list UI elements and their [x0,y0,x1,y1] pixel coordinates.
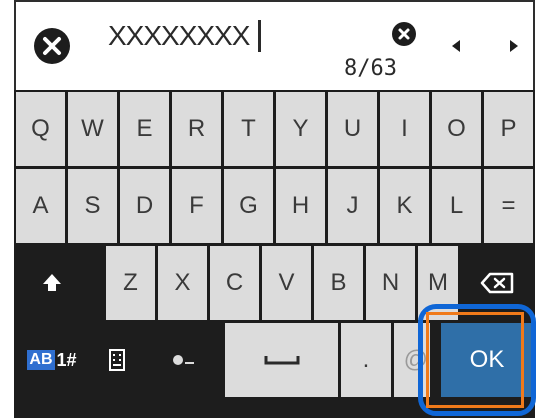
key-z[interactable]: Z [106,246,155,320]
key-r[interactable]: R [172,92,221,166]
chevron-right-icon[interactable] [502,32,532,62]
key-s[interactable]: S [68,169,117,243]
key-t[interactable]: T [224,92,273,166]
layout-key[interactable] [91,323,143,397]
key-d[interactable]: D [120,169,169,243]
key-v[interactable]: V [262,246,311,320]
key-n[interactable]: N [366,246,415,320]
key-q[interactable]: Q [16,92,65,166]
key-j[interactable]: J [328,169,377,243]
shift-icon [43,274,61,291]
character-counter: 8/63 [344,56,397,81]
key-f[interactable]: F [172,169,221,243]
input-mode-key[interactable]: AB 1# [16,323,88,397]
space-key[interactable] [225,323,338,397]
clear-text-icon[interactable] [392,22,416,46]
key-b[interactable]: B [314,246,363,320]
key-w[interactable]: W [68,92,117,166]
key-l[interactable]: L [432,169,481,243]
input-mode-label-box: AB [27,350,55,370]
key-k[interactable]: K [380,169,429,243]
shift-key[interactable] [16,246,88,320]
key-c[interactable]: C [210,246,259,320]
key-equals[interactable]: = [484,169,533,243]
key-p[interactable]: P [484,92,533,166]
key-u[interactable]: U [328,92,377,166]
key-h[interactable]: H [276,169,325,243]
text-input-value[interactable]: XXXXXXXX [108,20,250,52]
close-icon[interactable] [34,28,70,64]
key-o[interactable]: O [432,92,481,166]
key-e[interactable]: E [120,92,169,166]
keyboard-layout-icon [109,349,125,371]
space-icon [264,356,299,365]
ok-focus-outline [426,312,524,408]
chevron-left-icon[interactable] [444,32,474,62]
text-cursor [258,20,261,52]
key-x[interactable]: X [158,246,207,320]
at-domain-icon [173,355,194,365]
backspace-icon [480,272,514,294]
key-i[interactable]: I [380,92,429,166]
key-a[interactable]: A [16,169,65,243]
input-bar: XXXXXXXX 8/63 [14,0,535,90]
key-y[interactable]: Y [276,92,325,166]
input-mode-label-rest: 1# [56,349,77,370]
key-g[interactable]: G [224,169,273,243]
key-period[interactable]: . [341,323,391,397]
domain-key[interactable] [146,323,222,397]
